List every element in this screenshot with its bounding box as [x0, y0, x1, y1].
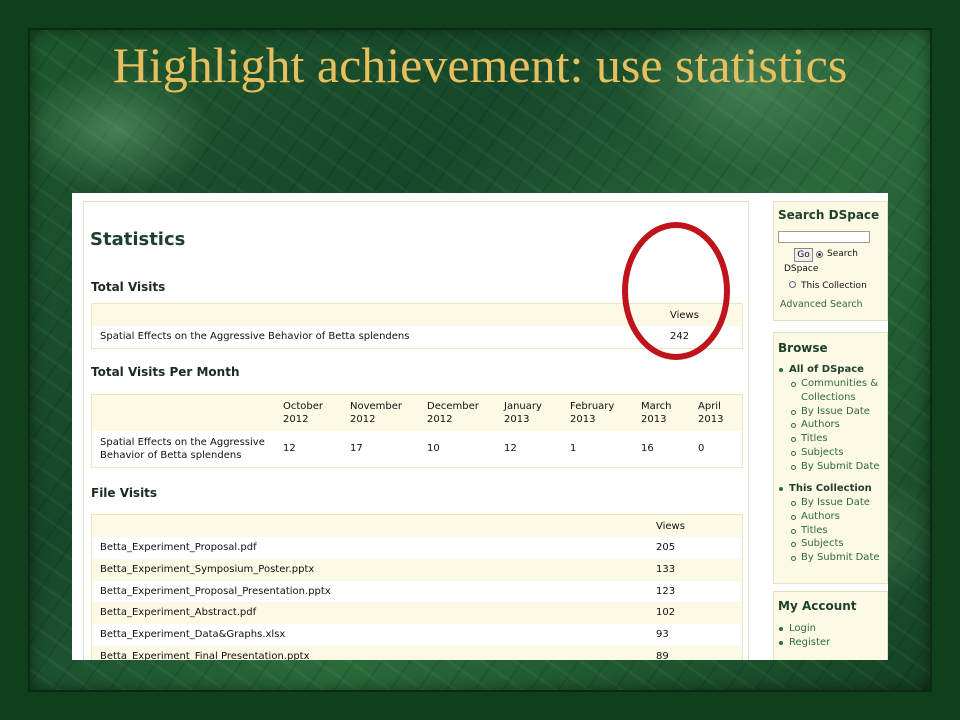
month-header: November 2012: [350, 401, 403, 425]
advanced-search-link[interactable]: Advanced Search: [780, 299, 863, 310]
sidebar-link[interactable]: Subjects: [801, 537, 844, 551]
table-row: Betta_Experiment_Abstract.pdf 102: [92, 602, 742, 624]
search-box: Search DSpace Go Search DSpace This Coll…: [773, 201, 888, 321]
radio-search-label: Search: [827, 249, 858, 259]
ring-bullet-icon: [791, 514, 796, 520]
sidebar-link[interactable]: Titles: [801, 524, 828, 538]
month-value: 12: [504, 443, 517, 454]
dspace-screenshot: Statistics Total Visits Views Spatial Ef…: [72, 193, 888, 660]
sidebar-link[interactable]: Login: [789, 622, 816, 636]
radio-collection-label: This Collection: [801, 281, 867, 291]
browse-box: Browse All of DSpace Communities & Collect…: [773, 332, 888, 584]
file-name: Betta_Experiment_Symposium_Poster.pptx: [100, 563, 315, 575]
sidebar-link[interactable]: By Issue Date: [801, 405, 870, 419]
file-visits-heading: File Visits: [91, 486, 158, 500]
month-header: February 2013: [570, 401, 615, 425]
month-value: 1: [570, 443, 577, 454]
ring-bullet-icon: [791, 464, 796, 470]
page-title: Statistics: [90, 229, 186, 250]
month-header: October 2012: [283, 401, 324, 425]
month-value: 12: [283, 443, 296, 454]
file-name: Betta_Experiment_Proposal.pdf: [100, 542, 257, 553]
item-title: Spatial Effects on the Aggressive Behavi…: [100, 437, 265, 461]
ring-bullet-icon: [791, 542, 796, 548]
bullet-icon: [779, 487, 783, 491]
month-header: March 2013: [641, 401, 672, 425]
ring-bullet-icon: [791, 423, 796, 429]
sidebar-link[interactable]: This Collection: [789, 482, 872, 496]
ring-bullet-icon: [791, 501, 796, 506]
sidebar-link[interactable]: All of DSpace: [789, 363, 864, 377]
views-value: 102: [656, 607, 676, 619]
month-value: 16: [641, 443, 654, 454]
views-value: 123: [656, 585, 676, 597]
ring-bullet-icon: [791, 451, 796, 456]
file-name: Betta_Experiment_Data&Graphs.xlsx: [100, 629, 286, 641]
browse-title: Browse: [778, 341, 828, 355]
ring-bullet-icon: [791, 528, 796, 534]
month-value: 0: [698, 443, 705, 454]
month-header: January 2013: [504, 401, 542, 425]
sidebar-link[interactable]: Register: [789, 636, 830, 650]
sidebar-link[interactable]: By Submit Date: [801, 460, 880, 474]
sidebar-link[interactable]: Authors: [801, 418, 840, 432]
file-name: Betta_Experiment_Proposal_Presentation.p…: [100, 585, 331, 597]
table-row: Spatial Effects on the Aggressive Behavi…: [92, 431, 742, 467]
sidebar-link[interactable]: By Submit Date: [801, 551, 880, 565]
table-header-row: Views: [92, 515, 742, 537]
month-header: April 2013: [698, 401, 724, 425]
search-input[interactable]: [778, 231, 870, 243]
ring-bullet-icon: [791, 409, 796, 415]
month-value: 10: [427, 443, 440, 454]
radio-search-label-2: DSpace: [784, 264, 819, 274]
month-header: December 2012: [427, 401, 479, 425]
views-value: 89: [656, 651, 669, 660]
item-title: Spatial Effects on the Aggressive Behavi…: [100, 331, 410, 342]
bullet-icon: [779, 627, 783, 631]
slide-title: Highlight achievement: use statistics: [112, 37, 848, 93]
sidebar-link[interactable]: Communities &: [801, 377, 878, 391]
highlight-ellipse: [622, 222, 730, 360]
go-button[interactable]: Go: [794, 248, 813, 262]
table-row: Betta_Experiment_Final Presentation.pptx…: [92, 646, 742, 660]
sidebar-link[interactable]: Titles: [801, 432, 828, 446]
bullet-icon: [779, 368, 783, 372]
views-value: 133: [656, 563, 676, 575]
account-box: My Account Login Register: [773, 591, 888, 660]
table-row: Betta_Experiment_Data&Graphs.xlsx 93: [92, 624, 742, 646]
month-value: 17: [350, 443, 363, 454]
search-title: Search DSpace: [778, 208, 880, 222]
total-visits-heading: Total Visits: [91, 280, 166, 294]
per-month-table: October 2012 November 2012 December 2012 Ja…: [91, 394, 743, 468]
ring-bullet-icon: [791, 437, 796, 443]
sidebar-link[interactable]: Subjects: [801, 446, 844, 460]
table-row: Betta_Experiment_Proposal_Presentation.p…: [92, 580, 742, 603]
bullet-icon: [779, 640, 783, 645]
radio-search-dspace[interactable]: [816, 251, 823, 258]
sidebar-link[interactable]: Collections: [801, 391, 856, 405]
file-name: Betta_Experiment_Abstract.pdf: [100, 607, 257, 619]
sidebar-link[interactable]: Authors: [801, 510, 840, 524]
table-row: Betta_Experiment_Symposium_Poster.pptx 13…: [92, 559, 742, 581]
table-header-row: October 2012 November 2012 December 2012 Ja…: [92, 395, 742, 431]
views-header: Views: [656, 521, 685, 532]
views-value: 205: [656, 542, 676, 553]
views-value: 93: [656, 629, 669, 641]
sidebar: Search DSpace Go Search DSpace This Coll…: [773, 201, 888, 660]
file-name: Betta_Experiment_Final Presentation.pptx: [100, 651, 310, 660]
radio-this-collection[interactable]: [789, 281, 796, 288]
ring-bullet-icon: [791, 382, 796, 387]
ring-bullet-icon: [791, 556, 796, 562]
table-row: Betta_Experiment_Proposal.pdf 205: [92, 537, 742, 559]
account-title: My Account: [778, 599, 857, 613]
sidebar-link[interactable]: By Issue Date: [801, 496, 870, 510]
file-visits-table: Views Betta_Experiment_Proposal.pdf 205 Be…: [91, 514, 743, 660]
per-month-heading: Total Visits Per Month: [91, 365, 240, 379]
